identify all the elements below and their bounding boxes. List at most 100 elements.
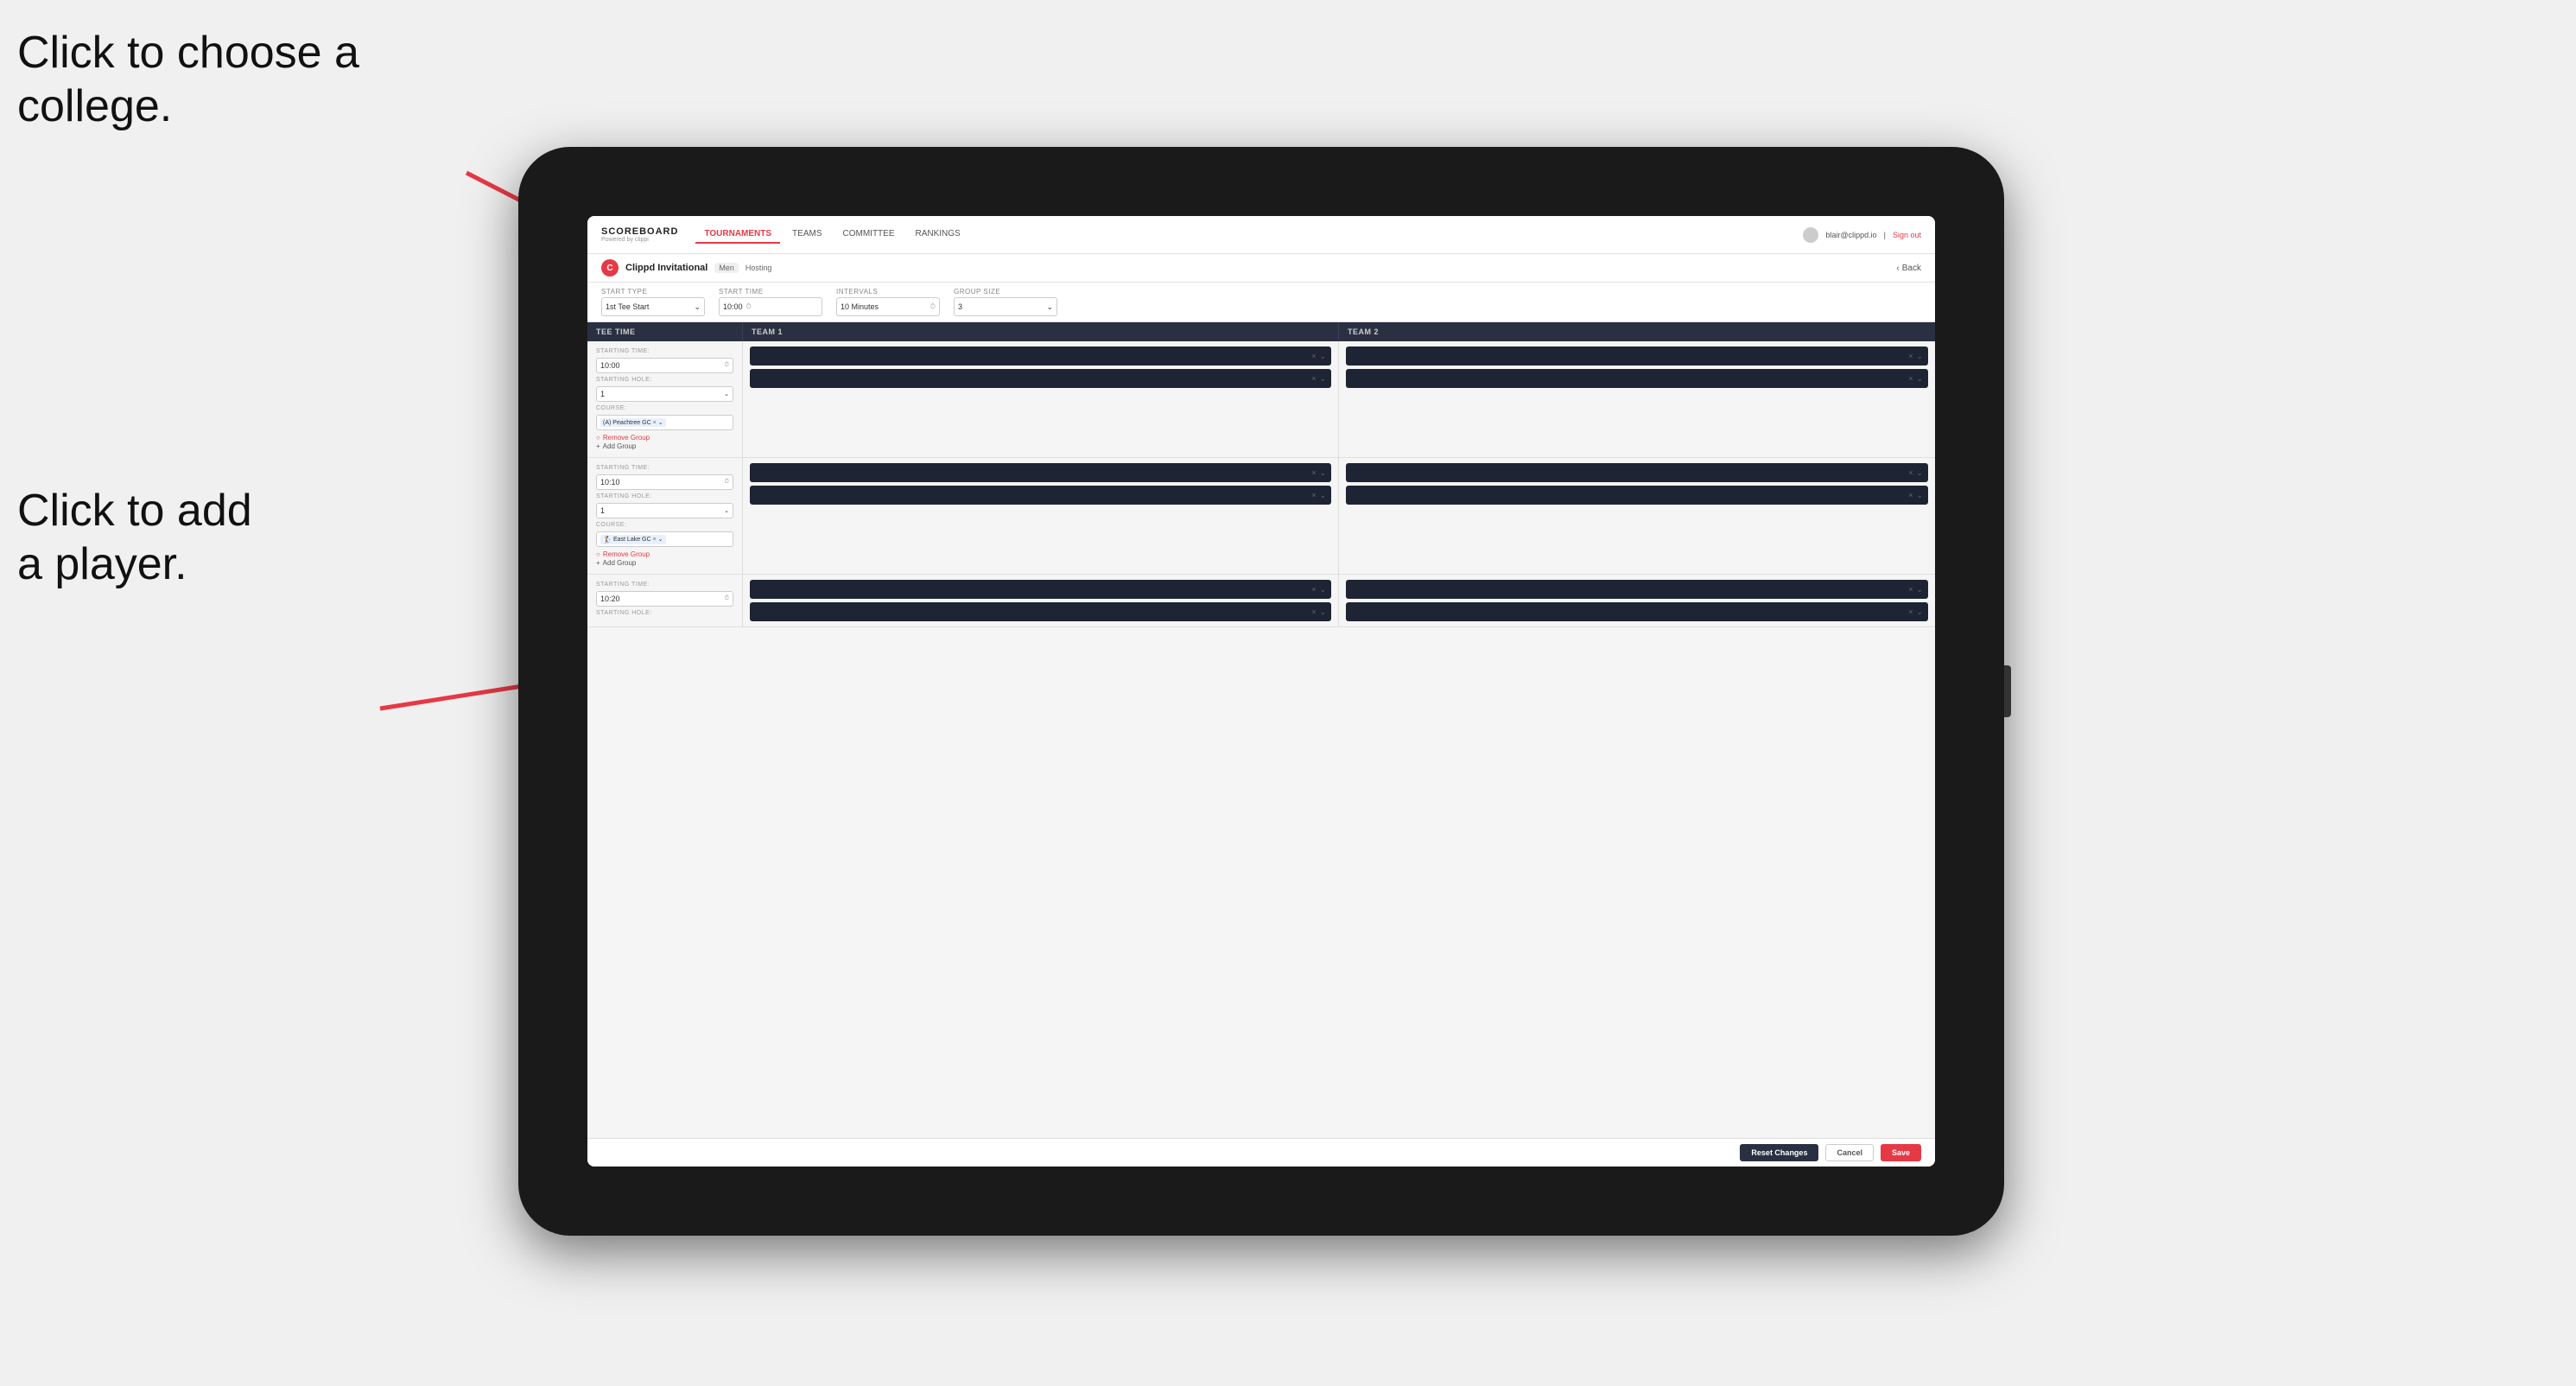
slot-x-icon[interactable]: × [1908,491,1913,499]
remove-group-row1[interactable]: ○ Remove Group [596,434,733,442]
remove-group-row2[interactable]: ○ Remove Group [596,550,733,558]
slot-x-icon[interactable]: × [1908,352,1913,360]
action-links-row1: ○ Remove Group + Add Group [596,434,733,450]
starting-time-input-row3[interactable]: 10:20 ⏱ [596,591,733,607]
player-slot-t1r1s2[interactable]: × ⌄ [750,369,1331,388]
starting-hole-label-row3: STARTING HOLE: [596,610,733,616]
hole-chevron-row2: ⌄ [724,507,729,514]
course-input-row2[interactable]: 🏌 East Lake GC × ⌄ [596,531,733,547]
team2-col-row2: × ⌄ × ⌄ [1339,458,1935,574]
team1-col-row3: × ⌄ × ⌄ [743,575,1339,626]
intervals-label: Intervals [836,288,940,296]
slot-chevron-icon[interactable]: ⌄ [1916,468,1923,478]
sub-header: C Clippd Invitational Men Hosting ‹ Back [587,254,1935,283]
slot-chevron-icon[interactable]: ⌄ [1319,585,1326,594]
player-slot-t1r3s2[interactable]: × ⌄ [750,602,1331,621]
starting-hole-label-row1: STARTING HOLE: [596,377,733,383]
slot-chevron-icon[interactable]: ⌄ [1319,374,1326,384]
left-panel-row1: STARTING TIME: 10:00 ⏱ STARTING HOLE: 1 … [587,341,743,457]
slot-x-icon[interactable]: × [1908,374,1913,383]
brand-name: SCOREBOARD [601,226,678,237]
intervals-select[interactable]: 10 Minutes ⏱ [836,297,940,316]
start-time-label: Start Time [719,288,822,296]
col-team1: Team 1 [743,322,1339,341]
nav-rankings[interactable]: RANKINGS [907,226,969,244]
user-email: blair@clippd.io [1825,231,1876,239]
slot-chevron-icon[interactable]: ⌄ [1916,352,1923,361]
intervals-clock-icon: ⏱ [930,302,936,311]
form-row: Start Type 1st Tee Start ⌄ Start Time 10… [587,283,1935,322]
course-tag-remove-row2[interactable]: × [653,537,657,543]
add-group-row2[interactable]: + Add Group [596,559,733,567]
slot-chevron-icon[interactable]: ⌄ [1916,491,1923,500]
powered-by: Powered by clippi [601,237,678,243]
nav-committee[interactable]: COMMITTEE [834,226,904,244]
slot-chevron-icon[interactable]: ⌄ [1319,491,1326,500]
player-slot-t2r1s2[interactable]: × ⌄ [1346,369,1928,388]
player-slot-t1r2s1[interactable]: × ⌄ [750,463,1331,482]
slot-chevron-icon[interactable]: ⌄ [1916,585,1923,594]
user-avatar [1803,227,1818,243]
save-button[interactable]: Save [1881,1144,1921,1161]
team2-col-row1: × ⌄ × ⌄ [1339,341,1935,457]
starting-hole-input-row1[interactable]: 1 ⌄ [596,386,733,402]
group-size-select[interactable]: 3 ⌄ [954,297,1057,316]
slot-x-icon[interactable]: × [1908,468,1913,477]
starting-time-label-row2: STARTING TIME: [596,465,733,471]
hole-chevron-row1: ⌄ [724,391,729,397]
slot-chevron-icon[interactable]: ⌄ [1916,607,1923,617]
nav-teams[interactable]: TEAMS [784,226,830,244]
starting-time-input-row2[interactable]: 10:10 ⏱ [596,474,733,490]
start-type-value: 1st Tee Start [606,302,649,311]
player-slot-t2r1s1[interactable]: × ⌄ [1346,346,1928,366]
start-time-input[interactable]: 10:00 ⏱ [719,297,822,316]
player-slot-t1r2s2[interactable]: × ⌄ [750,486,1331,505]
start-type-select[interactable]: 1st Tee Start ⌄ [601,297,705,316]
cancel-button[interactable]: Cancel [1825,1144,1874,1161]
starting-hole-input-row2[interactable]: 1 ⌄ [596,503,733,518]
slot-x-icon[interactable]: × [1311,491,1316,499]
navbar: SCOREBOARD Powered by clippi TOURNAMENTS… [587,216,1935,254]
player-slot-t1r3s1[interactable]: × ⌄ [750,580,1331,599]
tablet-side-button [2004,665,2011,717]
nav-tournaments[interactable]: TOURNAMENTS [695,226,780,244]
slot-x-icon[interactable]: × [1311,585,1316,594]
navbar-nav: TOURNAMENTS TEAMS COMMITTEE RANKINGS [695,226,1803,244]
start-type-chevron: ⌄ [694,302,701,312]
annotation-top: Click to choose a college. [17,26,359,134]
navbar-brand: SCOREBOARD Powered by clippi [601,226,678,243]
player-slot-t2r3s1[interactable]: × ⌄ [1346,580,1928,599]
slot-x-icon[interactable]: × [1908,585,1913,594]
slot-chevron-icon[interactable]: ⌄ [1319,607,1326,617]
slot-x-icon[interactable]: × [1311,468,1316,477]
col-team2: Team 2 [1339,322,1935,341]
slot-x-icon[interactable]: × [1311,374,1316,383]
player-slot-t1r1s1[interactable]: × ⌄ [750,346,1331,366]
player-slot-t2r2s2[interactable]: × ⌄ [1346,486,1928,505]
slot-x-icon[interactable]: × [1908,607,1913,616]
slot-chevron-icon[interactable]: ⌄ [1319,352,1326,361]
add-icon-row2: + [596,559,600,567]
back-button[interactable]: ‹ Back [1896,264,1921,273]
team2-col-row3: × ⌄ × ⌄ [1339,575,1935,626]
sign-out-link[interactable]: Sign out [1893,231,1921,239]
starting-time-input-row1[interactable]: 10:00 ⏱ [596,358,733,373]
slot-x-icon[interactable]: × [1311,607,1316,616]
add-group-row1[interactable]: + Add Group [596,442,733,450]
back-label: Back [1902,264,1921,273]
gender-badge: Men [714,263,739,273]
remove-icon-row2: ○ [596,550,600,558]
group-size-value: 3 [958,302,962,311]
player-slot-t2r2s1[interactable]: × ⌄ [1346,463,1928,482]
slot-chevron-icon[interactable]: ⌄ [1319,468,1326,478]
reset-changes-button[interactable]: Reset Changes [1740,1144,1818,1161]
slot-chevron-icon[interactable]: ⌄ [1916,374,1923,384]
table-row: STARTING TIME: 10:00 ⏱ STARTING HOLE: 1 … [587,341,1935,458]
group-size-chevron: ⌄ [1046,302,1053,312]
slot-x-icon[interactable]: × [1311,352,1316,360]
player-slot-t2r3s2[interactable]: × ⌄ [1346,602,1928,621]
course-input-row1[interactable]: (A) Peachtree GC × ⌄ [596,415,733,430]
tablet-screen: SCOREBOARD Powered by clippi TOURNAMENTS… [587,216,1935,1167]
course-tag-remove-row1[interactable]: × [653,420,657,426]
event-logo: C [601,259,619,277]
